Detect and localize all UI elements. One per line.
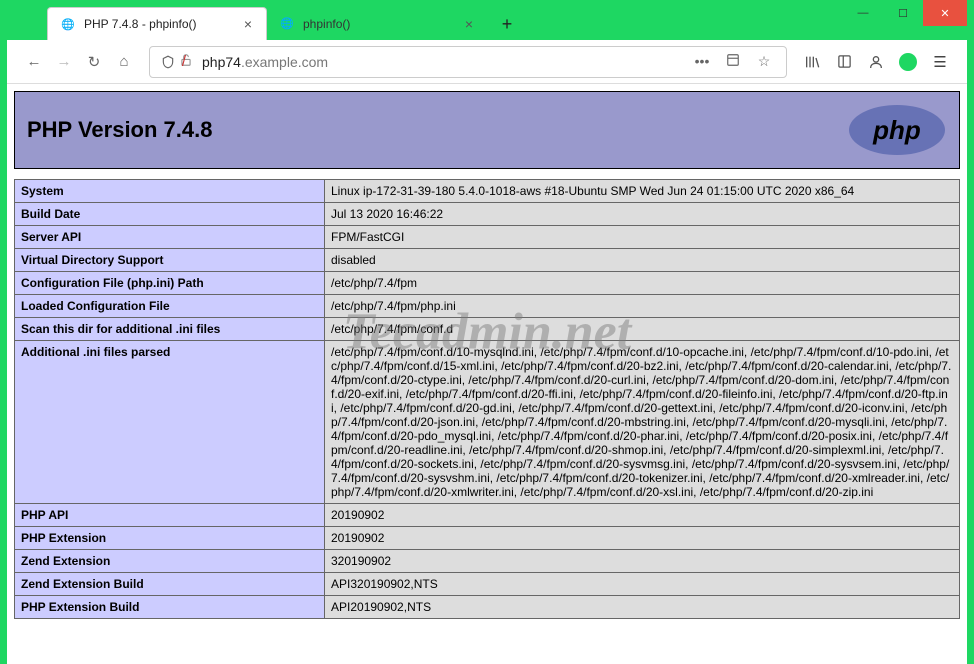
info-key: Scan this dir for additional .ini files bbox=[15, 318, 325, 341]
info-value: FPM/FastCGI bbox=[325, 226, 960, 249]
forward-button[interactable]: → bbox=[49, 47, 79, 77]
info-value: /etc/php/7.4/fpm/php.ini bbox=[325, 295, 960, 318]
library-icon[interactable] bbox=[797, 47, 827, 77]
url-text: php74.example.com bbox=[198, 54, 688, 70]
php-logo: php bbox=[847, 104, 947, 156]
table-row: Server APIFPM/FastCGI bbox=[15, 226, 960, 249]
extension-icon[interactable] bbox=[893, 47, 923, 77]
menu-button[interactable]: ☰ bbox=[925, 47, 955, 77]
table-row: PHP Extension20190902 bbox=[15, 527, 960, 550]
info-key: Additional .ini files parsed bbox=[15, 341, 325, 504]
table-row: PHP Extension BuildAPI20190902,NTS bbox=[15, 596, 960, 619]
table-row: Scan this dir for additional .ini files/… bbox=[15, 318, 960, 341]
browser-tab-inactive[interactable]: 🌐 phpinfo() × bbox=[267, 7, 487, 40]
minimize-button[interactable]: — bbox=[843, 0, 883, 26]
info-key: Virtual Directory Support bbox=[15, 249, 325, 272]
table-row: Configuration File (php.ini) Path/etc/ph… bbox=[15, 272, 960, 295]
info-key: PHP Extension bbox=[15, 527, 325, 550]
info-key: PHP Extension Build bbox=[15, 596, 325, 619]
info-value: 320190902 bbox=[325, 550, 960, 573]
info-key: Build Date bbox=[15, 203, 325, 226]
info-value: Linux ip-172-31-39-180 5.4.0-1018-aws #1… bbox=[325, 180, 960, 203]
info-value: API320190902,NTS bbox=[325, 573, 960, 596]
new-tab-button[interactable]: + bbox=[491, 8, 523, 40]
home-button[interactable]: ⌂ bbox=[109, 47, 139, 77]
tab-strip: 🌐 PHP 7.4.8 - phpinfo() × 🌐 phpinfo() × … bbox=[7, 7, 967, 40]
svg-text:php: php bbox=[872, 115, 921, 145]
table-row: Zend Extension320190902 bbox=[15, 550, 960, 573]
page-title: PHP Version 7.4.8 bbox=[27, 117, 212, 143]
info-value: /etc/php/7.4/fpm/conf.d/10-mysqlnd.ini, … bbox=[325, 341, 960, 504]
info-key: Server API bbox=[15, 226, 325, 249]
info-key: Loaded Configuration File bbox=[15, 295, 325, 318]
table-row: Loaded Configuration File/etc/php/7.4/fp… bbox=[15, 295, 960, 318]
shield-icon[interactable] bbox=[158, 55, 178, 69]
table-row: SystemLinux ip-172-31-39-180 5.4.0-1018-… bbox=[15, 180, 960, 203]
info-value: 20190902 bbox=[325, 527, 960, 550]
reload-button[interactable]: ↻ bbox=[79, 47, 109, 77]
tab-close-icon[interactable]: × bbox=[461, 16, 477, 32]
info-value: 20190902 bbox=[325, 504, 960, 527]
url-bar[interactable]: / php74.example.com ••• ☆ bbox=[149, 46, 787, 78]
info-value: /etc/php/7.4/fpm/conf.d bbox=[325, 318, 960, 341]
table-row: PHP API20190902 bbox=[15, 504, 960, 527]
tab-close-icon[interactable]: × bbox=[240, 16, 256, 32]
info-value: /etc/php/7.4/fpm bbox=[325, 272, 960, 295]
tab-title: phpinfo() bbox=[303, 17, 350, 31]
reader-mode-icon[interactable] bbox=[719, 53, 747, 70]
sidebar-icon[interactable] bbox=[829, 47, 859, 77]
page-content[interactable]: PHP Version 7.4.8 php SystemLinux ip-172… bbox=[7, 84, 967, 664]
info-key: PHP API bbox=[15, 504, 325, 527]
table-row: Build DateJul 13 2020 16:46:22 bbox=[15, 203, 960, 226]
info-key: Configuration File (php.ini) Path bbox=[15, 272, 325, 295]
info-key: Zend Extension bbox=[15, 550, 325, 573]
phpinfo-table: SystemLinux ip-172-31-39-180 5.4.0-1018-… bbox=[14, 179, 960, 619]
info-value: API20190902,NTS bbox=[325, 596, 960, 619]
php-header: PHP Version 7.4.8 php bbox=[14, 91, 960, 169]
favicon-icon: 🌐 bbox=[60, 16, 76, 32]
bookmark-icon[interactable]: ☆ bbox=[750, 53, 778, 70]
info-key: Zend Extension Build bbox=[15, 573, 325, 596]
table-row: Virtual Directory Supportdisabled bbox=[15, 249, 960, 272]
account-icon[interactable] bbox=[861, 47, 891, 77]
info-value: Jul 13 2020 16:46:22 bbox=[325, 203, 960, 226]
maximize-button[interactable]: ☐ bbox=[883, 0, 923, 26]
page-actions-icon[interactable]: ••• bbox=[688, 53, 716, 70]
browser-tab-active[interactable]: 🌐 PHP 7.4.8 - phpinfo() × bbox=[47, 7, 267, 40]
toolbar: ← → ↻ ⌂ / php74.example.com ••• ☆ bbox=[7, 40, 967, 84]
table-row: Zend Extension BuildAPI320190902,NTS bbox=[15, 573, 960, 596]
tab-title: PHP 7.4.8 - phpinfo() bbox=[84, 17, 197, 31]
favicon-icon: 🌐 bbox=[279, 16, 295, 32]
table-row: Additional .ini files parsed/etc/php/7.4… bbox=[15, 341, 960, 504]
back-button[interactable]: ← bbox=[19, 47, 49, 77]
info-key: System bbox=[15, 180, 325, 203]
info-value: disabled bbox=[325, 249, 960, 272]
insecure-icon[interactable]: / bbox=[178, 53, 198, 70]
close-button[interactable]: ✕ bbox=[923, 0, 967, 26]
